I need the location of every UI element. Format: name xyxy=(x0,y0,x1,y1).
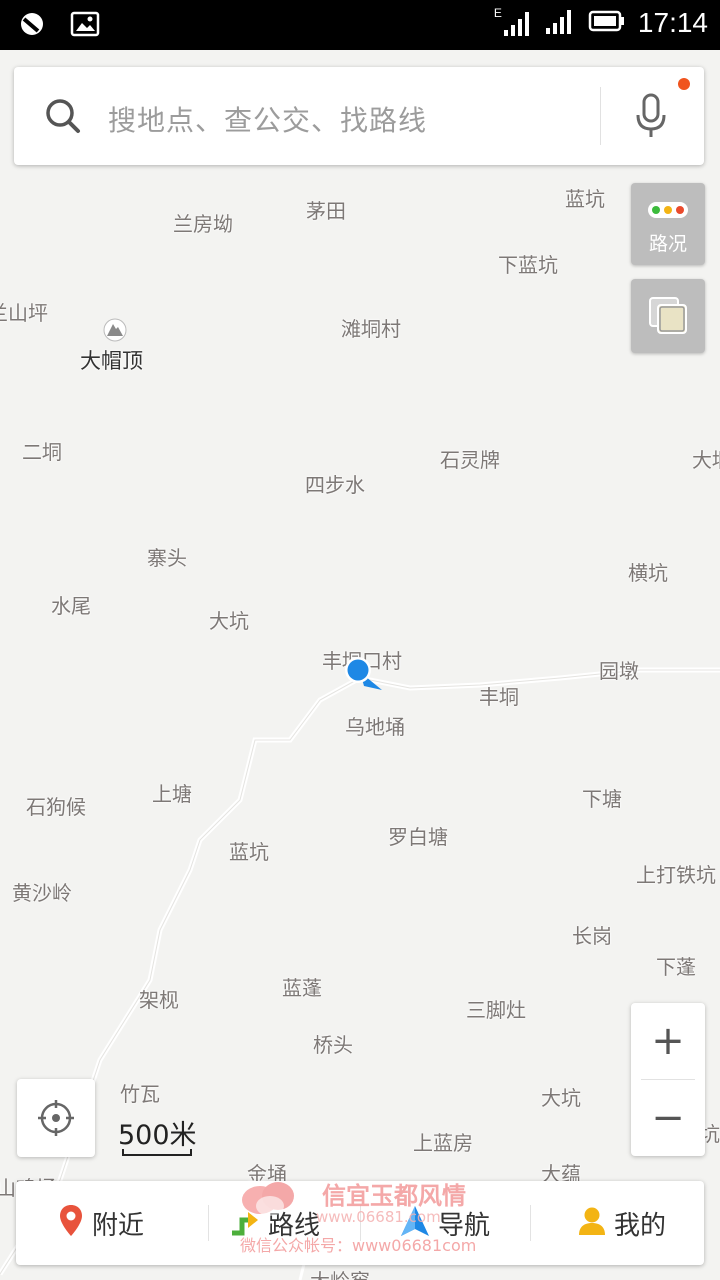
place-label[interactable]: 四步水 xyxy=(305,469,365,498)
user-profile-icon xyxy=(578,1206,606,1240)
traffic-light-icon xyxy=(648,202,688,218)
place-label[interactable]: 石灵牌 xyxy=(440,444,500,473)
locate-me-button[interactable] xyxy=(17,1079,95,1157)
place-label[interactable]: 下塘 xyxy=(582,783,622,812)
nav-divider xyxy=(530,1205,531,1241)
place-label[interactable]: 蓝蓬 xyxy=(282,972,322,1001)
place-label[interactable]: 石狗候 xyxy=(26,791,86,820)
place-label[interactable]: 水尾 xyxy=(51,590,91,619)
nav-divider xyxy=(360,1205,361,1241)
place-label[interactable]: 蓝坑 xyxy=(565,183,605,212)
place-label[interactable]: 茅田 xyxy=(306,195,346,224)
nav-nearby[interactable]: 附近 xyxy=(58,1181,144,1265)
place-label[interactable]: 乌地埇 xyxy=(345,711,405,740)
network-type-badge: E xyxy=(493,6,502,20)
place-label[interactable]: 三脚灶 xyxy=(466,994,526,1023)
search-icon[interactable] xyxy=(44,97,82,139)
nav-mine[interactable]: 我的 xyxy=(578,1181,666,1265)
place-label[interactable]: 下蓬 xyxy=(656,951,696,980)
place-label[interactable]: 罗白塘 xyxy=(388,821,448,850)
location-pin-icon xyxy=(58,1204,84,1242)
status-bar: E 17:14 xyxy=(0,0,720,50)
place-label[interactable]: 横坑 xyxy=(628,557,668,586)
place-label[interactable]: 大岭窖 xyxy=(310,1265,370,1280)
map-scale-bar xyxy=(122,1149,192,1156)
navigation-arrow-icon xyxy=(400,1205,430,1241)
place-label[interactable]: 竹瓦 xyxy=(120,1078,160,1107)
map-view[interactable]: 兰房坳 茅田 蓝坑 下蓝坑 兰山坪 滩垌村 大帽顶 二垌 石灵牌 大垌 四步水 … xyxy=(0,50,720,1280)
place-label[interactable]: 园墩 xyxy=(599,655,639,684)
map-layers-button[interactable] xyxy=(631,279,705,353)
place-label[interactable]: 长岗 xyxy=(572,920,612,949)
nav-nearby-label: 附近 xyxy=(92,1210,145,1241)
place-label[interactable]: 大垌 xyxy=(692,444,720,473)
place-label[interactable]: 蓝坑 xyxy=(229,836,269,865)
layers-icon xyxy=(648,296,690,340)
place-label[interactable]: 滩垌村 xyxy=(341,313,401,342)
place-label[interactable]: 大坑 xyxy=(209,605,249,634)
place-label[interactable]: 大坑 xyxy=(541,1082,581,1111)
battery-icon xyxy=(588,9,626,37)
place-label[interactable]: 兰山坪 xyxy=(0,297,48,326)
zoom-in-button[interactable]: + xyxy=(631,1003,705,1079)
zoom-control: + − xyxy=(631,1003,705,1156)
place-label[interactable]: 下蓝坑 xyxy=(498,249,558,278)
place-label[interactable]: 丰垌 xyxy=(479,681,519,710)
traffic-label: 路况 xyxy=(648,233,687,255)
nav-route[interactable]: 路线 xyxy=(230,1181,320,1265)
search-divider xyxy=(600,87,601,145)
nav-route-label: 路线 xyxy=(268,1210,321,1241)
route-icon xyxy=(230,1206,260,1240)
do-not-disturb-icon xyxy=(18,10,46,42)
place-label[interactable]: 兰房坳 xyxy=(173,208,233,237)
peak-label[interactable]: 大帽顶 xyxy=(80,345,143,375)
traffic-button[interactable]: 路况 xyxy=(631,183,705,265)
nav-mine-label: 我的 xyxy=(614,1210,667,1241)
search-bar[interactable]: 搜地点、查公交、找路线 xyxy=(14,67,704,165)
signal-e-icon: E xyxy=(493,6,532,38)
map-scale-label: 500米 xyxy=(118,1120,197,1151)
nav-navigate-label: 导航 xyxy=(438,1210,491,1241)
notification-dot xyxy=(678,78,690,90)
place-label[interactable]: 桥头 xyxy=(313,1029,353,1058)
current-location-marker xyxy=(342,656,386,698)
search-input[interactable]: 搜地点、查公交、找路线 xyxy=(108,99,427,139)
place-label[interactable]: 上蓝房 xyxy=(413,1127,473,1156)
microphone-icon[interactable] xyxy=(634,93,668,145)
crosshair-icon xyxy=(37,1099,75,1141)
place-label[interactable]: 二垌 xyxy=(22,436,62,465)
mountain-peak-icon xyxy=(102,318,128,346)
place-label[interactable]: 架枧 xyxy=(139,984,179,1013)
place-label[interactable]: 上打铁坑 xyxy=(636,859,716,888)
nav-divider xyxy=(208,1205,209,1241)
signal-icon xyxy=(544,6,576,40)
nav-navigate[interactable]: 导航 xyxy=(400,1181,490,1265)
image-notification-icon xyxy=(70,10,100,42)
place-label[interactable]: 上塘 xyxy=(152,778,192,807)
bottom-navigation: 附近 路线 导航 我的 xyxy=(16,1181,704,1265)
place-label[interactable]: 寨头 xyxy=(147,542,187,571)
clock: 17:14 xyxy=(637,7,708,38)
zoom-out-button[interactable]: − xyxy=(631,1080,705,1156)
place-label[interactable]: 黄沙岭 xyxy=(12,877,72,906)
